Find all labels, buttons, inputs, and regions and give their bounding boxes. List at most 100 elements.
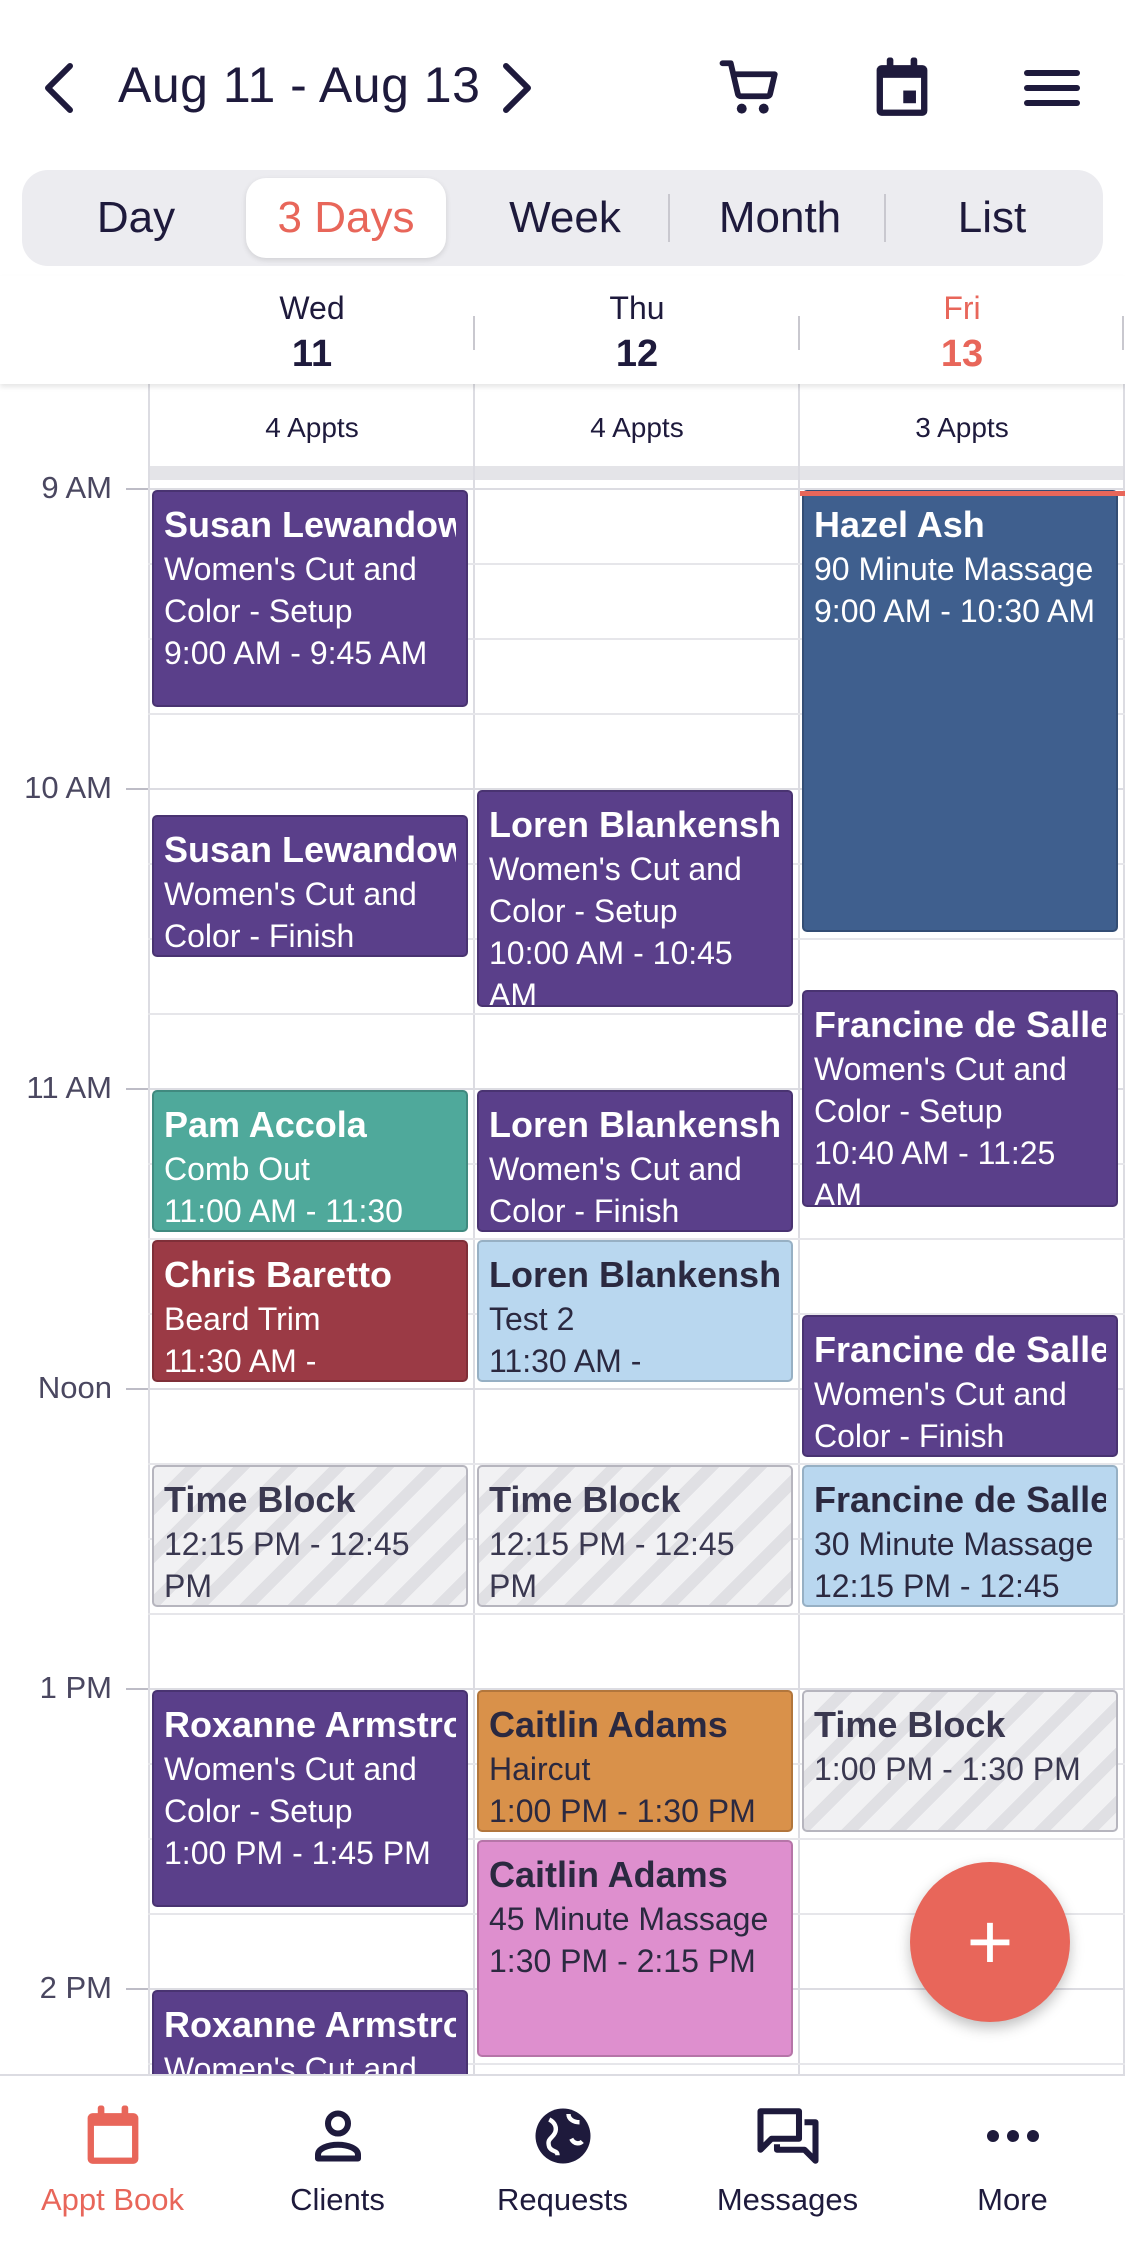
day-of-week: Fri <box>943 290 981 326</box>
view-tab-day[interactable]: Day <box>36 178 236 258</box>
nav-tab-label: Clients <box>290 2182 385 2217</box>
appointment-client: Loren Blankenship <box>489 804 781 845</box>
appointment-card[interactable]: Loren Blankenship Test 2 11:30 AM - <box>477 1240 793 1382</box>
appointment-card[interactable]: Loren Blankenship Women's Cut and Color -… <box>477 1090 793 1232</box>
chevron-right-icon <box>503 63 531 113</box>
time-tick <box>126 1688 148 1690</box>
appointment-card[interactable]: Francine de Salle Women's Cut and Color -… <box>802 1315 1118 1457</box>
appointment-time: 1:00 PM - 1:45 PM <box>164 1835 431 1871</box>
appointment-card[interactable]: Susan Lewandowski Women's Cut and Color -… <box>152 490 468 707</box>
appointment-service: Comb Out <box>164 1151 310 1187</box>
appointment-client: Susan Lewandowski <box>164 504 456 545</box>
appointment-card[interactable]: Caitlin Adams 45 Minute Massage 1:30 PM - … <box>477 1840 793 2057</box>
nav-tab-appt-book[interactable]: Appt Book <box>0 2096 225 2236</box>
appointment-service: Haircut <box>489 1751 591 1787</box>
cart-icon <box>719 60 778 114</box>
appointment-card[interactable]: Susan Lewandowski Women's Cut and Color -… <box>152 815 468 957</box>
day-header-row: Wed 11 Thu 12 Fri 13 <box>0 276 1125 384</box>
appointment-time: 10:40 AM - 11:25 AM <box>814 1135 1056 1207</box>
appointment-time: 12:15 PM - 12:45 PM <box>814 1568 1060 1604</box>
appointment-service: 45 Minute Massage <box>489 1901 769 1937</box>
day-header-fri[interactable]: Fri 13 <box>800 290 1124 376</box>
view-tab-month[interactable]: Month <box>676 178 884 258</box>
appointment-card[interactable]: Caitlin Adams Haircut 1:00 PM - 1:30 PM <box>477 1690 793 1832</box>
hamburger-menu-icon <box>1024 70 1080 106</box>
time-block-label: Time Block <box>489 1479 681 1520</box>
appointment-service: Women's Cut and Color - Finish <box>489 1151 742 1229</box>
previous-range-button[interactable] <box>28 48 92 128</box>
appointment-card[interactable]: Roxanne Armstrong Women's Cut and Color -… <box>152 1690 468 1907</box>
nav-tab-more[interactable]: More <box>900 2096 1125 2236</box>
segment-divider <box>884 194 886 242</box>
jump-to-date-button[interactable] <box>862 50 942 126</box>
view-tab-list[interactable]: List <box>888 178 1096 258</box>
segment-divider <box>668 194 670 242</box>
appointment-count: 4 Appts <box>590 412 684 443</box>
appointment-client: Francine de Salle <box>814 1004 1106 1045</box>
calendar-today-icon <box>876 57 928 116</box>
appointment-time: 11:30 AM - <box>164 1343 317 1379</box>
day-header-wed[interactable]: Wed 11 <box>150 290 474 376</box>
all-day-strip <box>150 466 1125 480</box>
nav-tab-label: Appt Book <box>40 2182 185 2217</box>
appointment-service: 30 Minute Massage <box>814 1526 1094 1562</box>
appointment-client: Roxanne Armstrong <box>164 2004 456 2045</box>
appointment-client: Loren Blankenship <box>489 1104 781 1145</box>
appointment-service: Women's Cut and <box>164 2051 417 2074</box>
calendar-icon <box>87 2105 138 2164</box>
nav-tab-clients[interactable]: Clients <box>225 2096 450 2236</box>
appointment-service: Beard Trim <box>164 1301 321 1337</box>
time-tick <box>126 1388 148 1390</box>
chevron-left-icon <box>45 63 73 113</box>
appointment-service: 90 Minute Massage <box>814 551 1094 587</box>
time-tick <box>126 488 148 490</box>
appointment-client: Caitlin Adams <box>489 1854 728 1895</box>
time-block-label: Time Block <box>814 1704 1006 1745</box>
appointment-client: Susan Lewandowski <box>164 829 456 870</box>
nav-tab-messages[interactable]: Messages <box>675 2096 900 2236</box>
next-range-button[interactable] <box>484 48 548 128</box>
view-tab-week[interactable]: Week <box>456 178 674 258</box>
plus-icon: + <box>966 1897 1014 1986</box>
bottom-navigation: Appt Book Clients Requests Messages More <box>0 2074 1125 2254</box>
appointment-card[interactable]: Hazel Ash 90 Minute Massage 9:00 AM - 10:3… <box>802 490 1118 932</box>
appointment-card[interactable]: Loren Blankenship Women's Cut and Color -… <box>477 790 793 1007</box>
time-block-label: Time Block <box>164 1479 356 1520</box>
appointment-time: 12:15 PM - 12:45 PM <box>489 1526 735 1604</box>
appointment-service: Women's Cut and Color - Setup <box>164 551 417 629</box>
appointment-service: Women's Cut and Color - Setup <box>164 1751 417 1829</box>
menu-button[interactable] <box>1012 50 1092 126</box>
nav-tab-requests[interactable]: Requests <box>450 2096 675 2236</box>
time-block[interactable]: Time Block 12:15 PM - 12:45 PM <box>477 1465 793 1607</box>
appointment-time: 12:15 PM - 12:45 PM <box>164 1526 410 1604</box>
column-divider <box>1122 316 1124 350</box>
appointment-time: 11:00 AM - 11:30 AM <box>164 1193 403 1229</box>
day-header-thu[interactable]: Thu 12 <box>475 290 799 376</box>
time-label: 2 PM <box>39 1970 112 2005</box>
time-tick <box>126 788 148 790</box>
appointment-card[interactable]: Pam Accola Comb Out 11:00 AM - 11:30 AM <box>152 1090 468 1232</box>
day-of-month: 11 <box>291 333 333 375</box>
time-block[interactable]: Time Block 12:15 PM - 12:45 PM <box>152 1465 468 1607</box>
appointment-time: 1:30 PM - 2:15 PM <box>489 1943 756 1979</box>
appointment-client: Pam Accola <box>164 1104 367 1145</box>
appointment-time: 1:00 PM - 1:30 PM <box>814 1751 1081 1787</box>
time-block[interactable]: Time Block 1:00 PM - 1:30 PM <box>802 1690 1118 1832</box>
nav-tab-label: Requests <box>497 2182 628 2217</box>
date-range-title[interactable]: Aug 11 - Aug 13 <box>118 56 480 114</box>
appointment-service: Test 2 <box>489 1301 575 1337</box>
appointment-client: Hazel Ash <box>814 504 985 545</box>
appointment-time: 11:30 AM - <box>489 1343 642 1379</box>
appointment-service: Women's Cut and Color - Finish <box>814 1376 1067 1454</box>
appointment-card[interactable]: Roxanne Armstrong Women's Cut and <box>152 1990 468 2074</box>
appointment-client: Roxanne Armstrong <box>164 1704 456 1745</box>
cart-button[interactable] <box>710 50 790 126</box>
appointment-time: 10:00 AM - 10:45 AM <box>489 935 733 1007</box>
view-tab-3-days[interactable]: 3 Days <box>246 178 446 258</box>
appointment-card[interactable]: Chris Baretto Beard Trim 11:30 AM - <box>152 1240 468 1382</box>
add-appointment-button[interactable]: + <box>910 1862 1070 2022</box>
appointment-card[interactable]: Francine de Salle Women's Cut and Color -… <box>802 990 1118 1207</box>
calendar-grid[interactable]: 4 Appts 4 Appts 3 Appts 9 AM 10 AM 11 AM No… <box>0 384 1125 2074</box>
nav-tab-label: More <box>977 2182 1048 2217</box>
appointment-card[interactable]: Francine de Salle 30 Minute Massage 12:15 … <box>802 1465 1118 1607</box>
